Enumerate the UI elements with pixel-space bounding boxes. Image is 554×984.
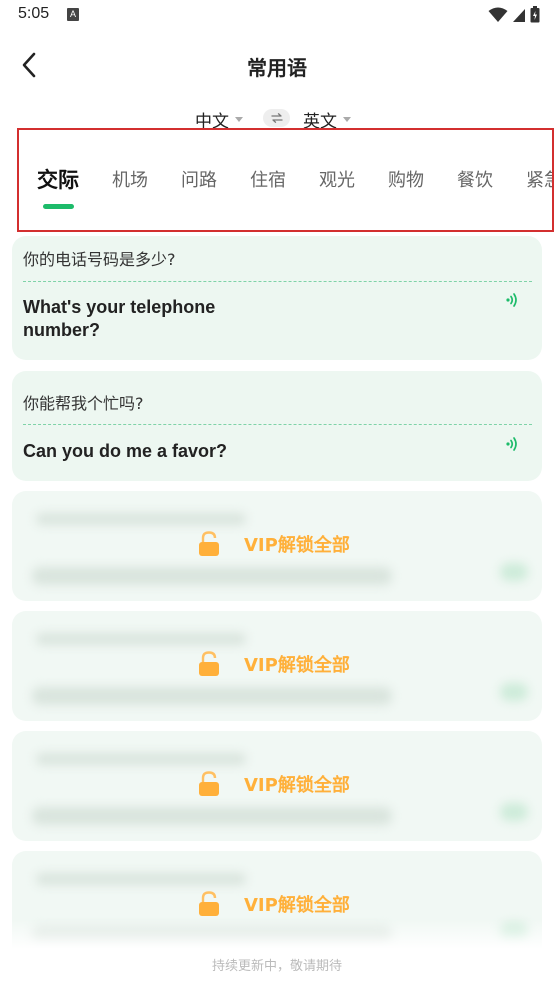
wifi-icon: [488, 7, 508, 22]
vip-unlock-label: VIP解锁全部: [244, 535, 350, 556]
active-tab-indicator: [43, 204, 74, 209]
phrase-english: What's your telephone number?: [23, 296, 215, 342]
blurred-text: [32, 567, 392, 585]
signal-icon: [513, 8, 525, 22]
phrase-english-line: What's your telephone: [23, 297, 216, 317]
lock-icon: [199, 891, 219, 916]
lock-icon: [199, 531, 219, 556]
footer-note: 持续更新中，敬请期待: [211, 959, 342, 974]
battery-icon: [530, 6, 540, 23]
lock-icon: [199, 771, 219, 796]
tab-directions[interactable]: 问路: [181, 166, 217, 192]
vip-unlock-label: VIP解锁全部: [244, 775, 350, 796]
notification-icon: A: [67, 8, 79, 21]
tab-airport[interactable]: 机场: [112, 166, 148, 192]
phrase-english-line: Can you do me a favor?: [23, 441, 228, 461]
status-bar: 5:05 A: [0, 0, 554, 32]
vip-unlock-prompt[interactable]: VIP解锁全部: [198, 891, 350, 917]
blurred-text: [32, 687, 392, 705]
vip-unlock-prompt[interactable]: VIP解锁全部: [198, 531, 350, 557]
blurred-speaker: [500, 563, 528, 581]
blurred-text: [36, 633, 246, 645]
page-title: 常用语: [247, 56, 307, 80]
tab-accommodation[interactable]: 住宿: [250, 166, 286, 192]
swap-arrows-icon: [270, 113, 283, 123]
dashed-divider: [23, 281, 532, 282]
locked-phrase-card[interactable]: VIP解锁全部: [12, 611, 542, 721]
caret-down-icon: [235, 117, 243, 122]
speaker-icon[interactable]: [504, 436, 520, 452]
vip-unlock-prompt[interactable]: VIP解锁全部: [198, 771, 350, 797]
tab-social[interactable]: 交际: [37, 164, 79, 194]
blurred-text: [36, 753, 246, 765]
locked-phrase-card[interactable]: VIP解锁全部: [12, 491, 542, 601]
dashed-divider: [23, 424, 532, 425]
blurred-text: [36, 873, 246, 885]
header: 常用语: [0, 40, 554, 88]
bottom-fade: [0, 920, 554, 984]
speaker-icon[interactable]: [504, 292, 520, 308]
phrase-english-line: number?: [23, 320, 101, 340]
blurred-speaker: [500, 803, 528, 821]
phrase-card[interactable]: 你的电话号码是多少? What's your telephone number?: [12, 236, 542, 360]
vip-unlock-prompt[interactable]: VIP解锁全部: [198, 651, 350, 677]
blurred-speaker: [500, 683, 528, 701]
caret-down-icon: [343, 117, 351, 122]
tab-dining[interactable]: 餐饮: [457, 166, 493, 192]
phrase-chinese: 你的电话号码是多少?: [23, 250, 176, 269]
tab-emergency[interactable]: 紧急: [526, 166, 552, 192]
locked-phrase-card[interactable]: VIP解锁全部: [12, 731, 542, 841]
vip-unlock-label: VIP解锁全部: [244, 895, 350, 916]
status-icons: [488, 6, 540, 23]
status-time: 5:05: [18, 5, 50, 22]
vip-unlock-label: VIP解锁全部: [244, 655, 350, 676]
swap-languages-button[interactable]: [263, 109, 290, 127]
blurred-text: [36, 513, 246, 525]
tab-shopping[interactable]: 购物: [388, 166, 424, 192]
lock-icon: [199, 651, 219, 676]
phrase-card[interactable]: 你能帮我个忙吗? Can you do me a favor?: [12, 371, 542, 481]
phrase-chinese: 你能帮我个忙吗?: [23, 394, 144, 413]
tab-sightseeing[interactable]: 观光: [319, 166, 355, 192]
phrase-english: Can you do me a favor?: [23, 440, 227, 463]
blurred-text: [32, 807, 392, 825]
category-tabs: 交际 机场 问路 住宿 观光 购物 餐饮 紧急: [17, 128, 554, 232]
